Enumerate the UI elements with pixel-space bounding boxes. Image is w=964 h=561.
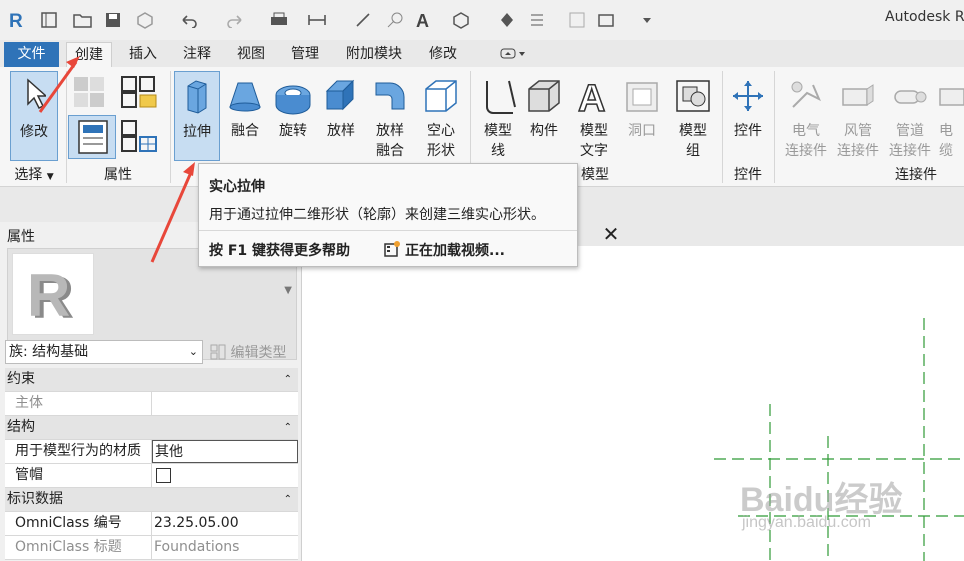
annotation-arrow-create-tab	[38, 56, 80, 113]
revit-window: R A Autodesk R 文件 创建 插入 注释 视图 管理 附加模块 修改…	[0, 0, 964, 561]
annotation-arrow-extrusion	[150, 162, 195, 263]
watermark-subtext: jingyan.baidu.com	[742, 514, 871, 531]
baidu-watermark: Baidu经验 jingyan.baidu.com	[740, 472, 960, 548]
